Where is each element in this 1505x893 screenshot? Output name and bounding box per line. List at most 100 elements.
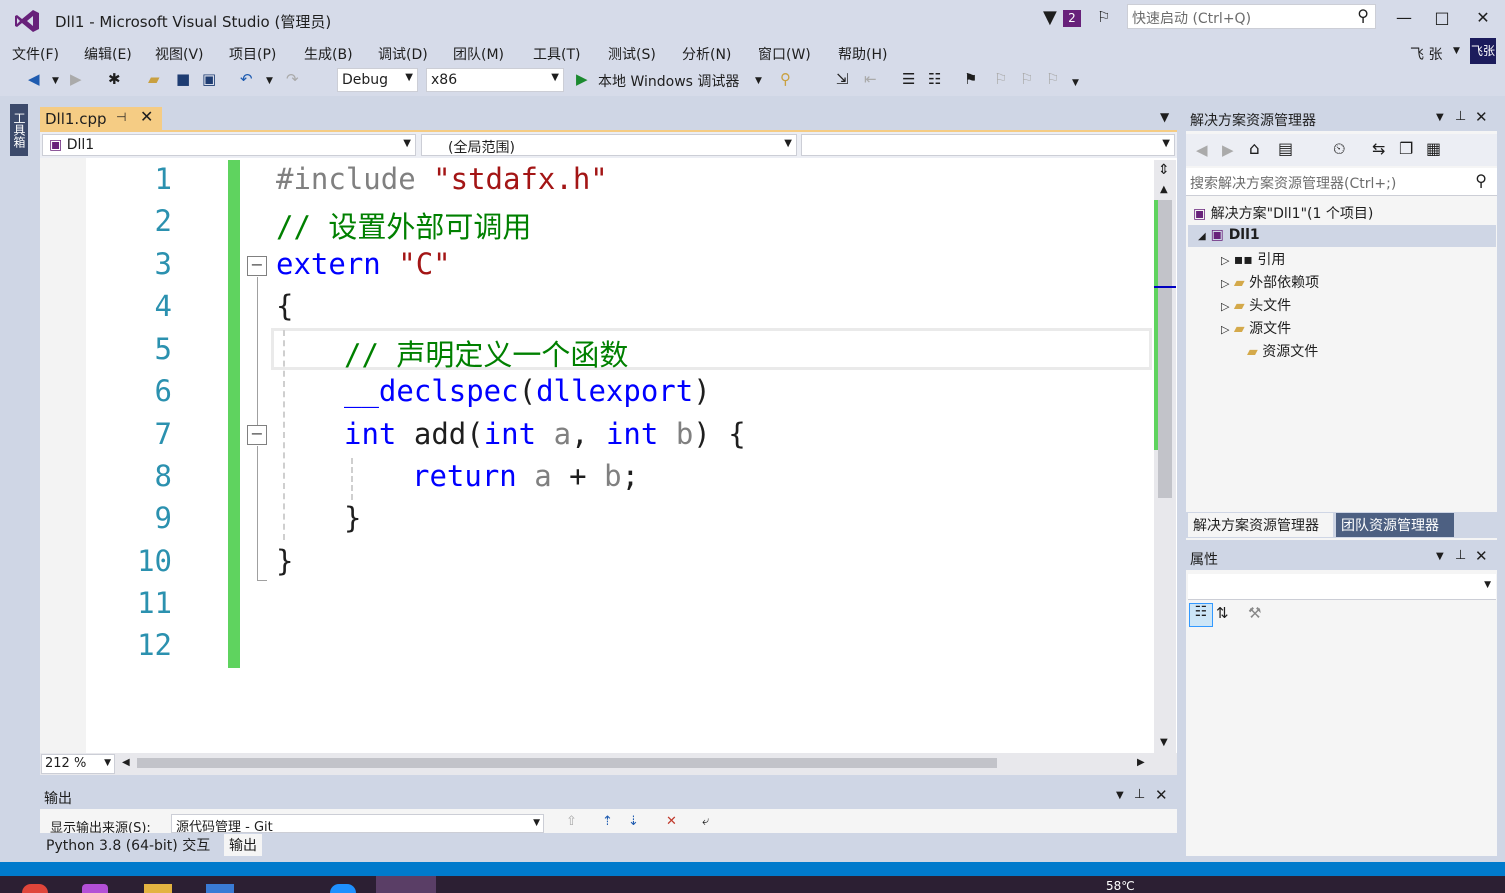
find-in-files-icon[interactable]: ⚲ xyxy=(780,70,791,88)
alphabetical-icon[interactable]: ⇅ xyxy=(1216,604,1229,622)
notification-badge[interactable]: 2 xyxy=(1063,10,1081,27)
goto-down-icon[interactable]: ⇣ xyxy=(628,814,639,833)
next-bookmark-icon[interactable]: ⚐ xyxy=(1020,70,1033,88)
scope-nav-select[interactable]: (全局范围) ▼ xyxy=(421,134,797,156)
tab-list-dropdown-icon[interactable]: ▼ xyxy=(1160,110,1169,124)
bookmark-icon[interactable]: ⚑ xyxy=(964,70,977,88)
menu-team[interactable]: 团队(M) xyxy=(453,44,504,64)
redo-icon[interactable]: ↷ xyxy=(286,70,299,88)
close-icon[interactable]: ✕ xyxy=(1155,786,1168,804)
close-window-button[interactable]: ✕ xyxy=(1471,8,1495,27)
home-icon[interactable]: ⌂ xyxy=(1249,139,1260,159)
zoom-select[interactable]: 212 % ▼ xyxy=(41,754,115,774)
quick-launch-input[interactable]: 快速启动 (Ctrl+Q) ⚲ xyxy=(1127,4,1376,29)
glyph-margin[interactable] xyxy=(40,158,86,753)
menu-view[interactable]: 视图(V) xyxy=(155,44,204,64)
switch-views-icon[interactable]: ▤ xyxy=(1278,139,1293,158)
close-icon[interactable]: ✕ xyxy=(140,107,153,126)
code-line-6[interactable]: __declspec(dllexport) xyxy=(344,374,711,408)
collapse-all-icon[interactable]: ❐ xyxy=(1399,139,1413,158)
code-editor[interactable] xyxy=(40,158,1177,753)
code-line-10[interactable]: } xyxy=(276,544,293,578)
scroll-right-icon[interactable]: ▶ xyxy=(1137,757,1145,768)
uncomment-icon[interactable]: ☷ xyxy=(928,70,941,88)
browser-icon[interactable] xyxy=(330,884,356,893)
tree-project[interactable]: ◢ ▣ Dll1 xyxy=(1198,227,1260,243)
code-line-7[interactable]: int add(int a, int b) { xyxy=(344,417,746,451)
tree-item-header-files[interactable]: ▷ ▰ 头文件 xyxy=(1221,295,1291,315)
tree-item-resource-files[interactable]: ▰ 资源文件 xyxy=(1247,341,1318,361)
pin-icon[interactable]: ⊥ xyxy=(1134,787,1145,802)
menu-tools[interactable]: 工具(T) xyxy=(533,44,580,64)
pin-icon[interactable]: ⊥ xyxy=(1455,109,1466,124)
menu-help[interactable]: 帮助(H) xyxy=(838,44,887,64)
run-icon[interactable]: ▶ xyxy=(576,70,588,88)
pending-changes-icon[interactable]: ⏲ xyxy=(1333,139,1345,159)
collapse-icon[interactable]: − xyxy=(247,425,267,445)
app-icon[interactable] xyxy=(22,884,48,893)
scroll-left-icon[interactable]: ◀ xyxy=(122,757,130,768)
debugger-dropdown-icon[interactable]: ▼ xyxy=(755,76,762,86)
goto-up-icon[interactable]: ⇡ xyxy=(602,814,613,833)
pin-icon[interactable]: ⊣ xyxy=(116,110,126,124)
step-icon[interactable]: ⇲ xyxy=(836,70,849,88)
tab-python-interactive[interactable]: Python 3.8 (64-bit) 交互 xyxy=(42,834,214,856)
minimize-button[interactable]: — xyxy=(1392,8,1416,27)
avatar[interactable]: 飞张 xyxy=(1470,38,1496,64)
panel-menu-icon[interactable]: ▼ xyxy=(1436,112,1444,123)
panel-menu-icon[interactable]: ▼ xyxy=(1116,790,1124,801)
menu-window[interactable]: 窗口(W) xyxy=(758,44,811,64)
tree-item-external-deps[interactable]: ▷ ▰ 外部依赖项 xyxy=(1221,272,1319,292)
tree-solution[interactable]: ▣ 解决方案"Dll1"(1 个项目) xyxy=(1193,203,1373,223)
app-icon[interactable] xyxy=(206,884,234,893)
tab-solution-explorer[interactable]: 解决方案资源管理器 xyxy=(1188,513,1333,537)
tree-item-source-files[interactable]: ▷ ▰ 源文件 xyxy=(1221,318,1291,338)
tab-dll1-cpp[interactable]: Dll1.cpp ⊣ ✕ xyxy=(40,107,162,130)
scroll-up-icon[interactable]: ▲ xyxy=(1160,184,1168,195)
previous-bookmark-icon[interactable]: ⚐ xyxy=(994,70,1007,88)
undo-dropdown-icon[interactable]: ▼ xyxy=(266,76,273,86)
configuration-select[interactable]: Debug ▼ xyxy=(337,68,418,92)
menu-debug[interactable]: 调试(D) xyxy=(378,44,428,64)
member-nav-select[interactable]: ▼ xyxy=(801,134,1175,156)
code-line-2[interactable]: // 设置外部可调用 xyxy=(276,204,531,246)
menu-file[interactable]: 文件(F) xyxy=(12,44,59,64)
property-pages-icon[interactable]: ⚒ xyxy=(1248,604,1261,622)
menu-build[interactable]: 生成(B) xyxy=(304,44,353,64)
code-line-4[interactable]: { xyxy=(276,289,293,323)
menu-edit[interactable]: 编辑(E) xyxy=(84,44,132,64)
toolbox-tab[interactable]: 工具箱 xyxy=(10,104,28,156)
forward-icon[interactable]: ▶ xyxy=(1222,141,1234,159)
back-icon[interactable]: ◀ xyxy=(1196,141,1208,159)
code-line-1[interactable]: #include "stdafx.h" xyxy=(276,162,608,196)
folder-icon[interactable] xyxy=(144,884,172,893)
back-dropdown-icon[interactable]: ▼ xyxy=(52,76,59,86)
menu-test[interactable]: 测试(S) xyxy=(608,44,656,64)
categorized-icon[interactable]: ☷ xyxy=(1189,603,1213,627)
close-icon[interactable]: ✕ xyxy=(1475,108,1488,126)
save-all-icon[interactable]: ▣ xyxy=(202,70,216,88)
maximize-button[interactable]: □ xyxy=(1430,8,1454,27)
goto-previous-icon[interactable]: ⇧ xyxy=(566,814,577,833)
menu-analyze[interactable]: 分析(N) xyxy=(682,44,731,64)
code-line-9[interactable]: } xyxy=(344,501,361,535)
user-name[interactable]: 飞 张 xyxy=(1410,44,1442,64)
vertical-scroll-thumb[interactable] xyxy=(1158,200,1172,498)
clear-bookmarks-icon[interactable]: ⚐ xyxy=(1046,70,1059,88)
show-all-files-icon[interactable]: ▦ xyxy=(1426,139,1441,158)
user-dropdown-icon[interactable]: ▼ xyxy=(1453,46,1460,56)
solution-search-input[interactable]: 搜索解决方案资源管理器(Ctrl+;) ⚲ xyxy=(1186,168,1497,196)
word-wrap-icon[interactable]: ⤶ xyxy=(702,814,709,833)
properties-object-select[interactable]: ▼ xyxy=(1188,574,1496,600)
collapse-icon[interactable]: − xyxy=(247,256,267,276)
forward-icon[interactable]: ▶ xyxy=(70,70,82,88)
code-line-5[interactable]: // 声明定义一个函数 xyxy=(344,332,628,374)
tab-output[interactable]: 输出 xyxy=(224,834,262,856)
open-file-icon[interactable]: ▰ xyxy=(148,70,160,88)
feedback-icon[interactable]: ⚐ xyxy=(1097,8,1110,26)
project-nav-select[interactable]: ▣ Dll1 ▼ xyxy=(42,134,416,156)
sync-icon[interactable]: ⇆ xyxy=(1372,139,1385,158)
menu-project[interactable]: 项目(P) xyxy=(229,44,276,64)
app-icon[interactable] xyxy=(82,884,108,893)
back-icon[interactable]: ◀ xyxy=(28,70,40,88)
